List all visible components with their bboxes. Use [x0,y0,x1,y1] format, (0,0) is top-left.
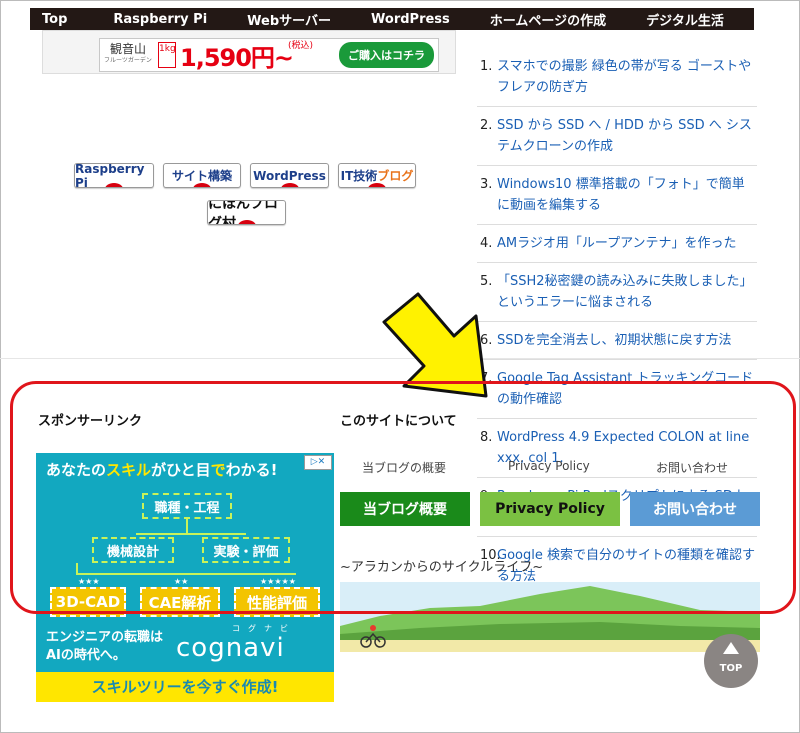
ranking-number: 1. [480,59,493,74]
ranking-number: 8. [480,430,493,445]
nav-item-web-server[interactable]: Webサーバー [235,10,331,29]
ranking-number: 2. [480,118,493,133]
scenery-illustration [340,582,760,652]
ranking-link[interactable]: SSD から SSD へ / HDD から SSD へ システムクローンの作成 [497,118,752,154]
ranking-number: 4. [480,236,493,251]
sponsor-title: スポンサーリンク [38,414,143,429]
ad-choices-icon[interactable]: ▷✕ [304,455,332,470]
ad-headline-pre: あなたの [46,461,107,479]
back-to-top-label: TOP [719,663,743,674]
cycling-scenery-image [340,582,760,652]
link-privacy-policy[interactable]: Privacy Policy [508,459,590,473]
ad-cta-button[interactable]: スキルツリーを今すぐ作成! [36,672,334,702]
ad-buy-button[interactable]: ご購入はコチラ [339,42,434,68]
pointer-arrow-icon [382,292,488,398]
ranking-item[interactable]: 5. 「SSH2秘密鍵の読み込みに失敗しました」というエラーに悩まされる [477,263,757,322]
top-ad-banner[interactable]: 観音山 フルーツガーデン 1kg (税込) 1,590円~ ご購入はコチラ [42,30,456,74]
ranking-link[interactable]: Windows10 標準搭載の「フォト」で簡単に動画を編集する [497,177,745,213]
top-ad-content[interactable]: 観音山 フルーツガーデン 1kg (税込) 1,590円~ ご購入はコチラ [99,38,439,72]
top-navigation: Top Raspberry Pi Webサーバー WordPress ホームペー… [30,8,754,30]
ad-brand-sub: フルーツガーデン [104,57,152,64]
link-blog-overview[interactable]: 当ブログの概要 [362,459,446,476]
ranking-link[interactable]: SSDを完全消去し、初期状態に戻す方法 [497,333,732,348]
skill-leaf-3dcad: 3D-CAD [50,587,126,617]
ad-headline-de: で [210,461,226,479]
badge-site-building[interactable]: サイト構築 [163,163,241,188]
ad-headline-mid: がひと目 [151,461,211,479]
ad-headline: あなたのスキルがひと目でわかる! [46,459,277,480]
badge-it-tech-label: IT技術 [340,169,378,183]
ranking-item[interactable]: 6. SSDを完全消去し、初期状態に戻す方法 [477,322,757,360]
leaf3-stars: ★★★★★ [260,577,296,586]
ranking-number: 3. [480,177,493,192]
badge-site-building-label: サイト構築 [171,169,232,183]
ranking-link[interactable]: AMラジオ用「ループアンテナ」を作った [497,236,737,251]
nav-item-top[interactable]: Top [30,12,67,27]
ranking-link[interactable]: 「SSH2秘密鍵の読み込みに失敗しました」というエラーに悩まされる [497,274,753,310]
cognavi-tagline-2: AIの時代へ。 [46,648,126,663]
cognavi-logo: cognavi [176,633,285,663]
tree-line [136,533,246,535]
contact-button[interactable]: お問い合わせ [630,492,760,526]
badge-nihon-blog-mura-label: にほんブログ村 [208,200,278,225]
badge-raspberry-pi-label: Raspberry Pi [75,163,145,188]
nav-item-digital-life[interactable]: デジタル生活 [634,10,724,29]
privacy-policy-button[interactable]: Privacy Policy [480,492,620,526]
badge-it-tech-blog[interactable]: IT技術 ブログ [338,163,416,188]
skill-node-root: 職種・工程 [142,493,232,519]
leaf1-stars: ★★★ [78,577,100,586]
back-to-top-button[interactable]: TOP [704,634,758,688]
ad-brand-name: 観音山 [109,42,146,56]
skill-leaf-performance: 性能評価 [234,587,320,617]
badge-raspberry-pi[interactable]: Raspberry Pi [74,163,154,188]
cognavi-tagline: エンジニアの転職は AIの時代へ。 [46,629,163,665]
skill-node-right: 実験・評価 [202,537,290,563]
nav-item-homepage[interactable]: ホームページの作成 [478,10,606,29]
leaf2-stars: ★★ [174,577,189,586]
cognavi-ad[interactable]: あなたのスキルがひと目でわかる! ▷✕ 職種・工程 機械設計 実験・評価 ★★★… [36,453,334,702]
ranking-item[interactable]: 3. Windows10 標準搭載の「フォト」で簡単に動画を編集する [477,166,757,225]
badge-wordpress[interactable]: WordPress [250,163,329,188]
link-contact[interactable]: お問い合わせ [656,459,728,476]
ad-brand: 観音山 フルーツガーデン [100,43,156,67]
badge-wordpress-label: WordPress [253,168,326,183]
ad-headline-skill: スキル [106,461,152,479]
ad-tax: (税込) [288,41,314,51]
ranking-link[interactable]: スマホでの撮影 緑色の帯が写る ゴーストやフレアの防ぎ方 [497,59,751,95]
up-arrow-icon [723,642,739,654]
nav-item-raspberry-pi[interactable]: Raspberry Pi [101,12,207,27]
blog-overview-button[interactable]: 当ブログ概要 [340,492,470,526]
ad-unit: 1kg [158,42,176,68]
badge-blog-label: ブログ [377,169,414,183]
cognavi-tagline-1: エンジニアの転職は [46,630,164,645]
ranking-item[interactable]: 1. スマホでの撮影 緑色の帯が写る ゴーストやフレアの防ぎ方 [477,48,757,107]
tree-line [76,573,296,575]
ranking-item[interactable]: 2. SSD から SSD へ / HDD から SSD へ システムクローンの作… [477,107,757,166]
about-site-title: このサイトについて [340,414,457,429]
ad-headline-post: わかる! [225,461,278,479]
skill-leaf-cae: CAE解析 [140,587,220,617]
tree-line [186,519,188,533]
site-tagline: ~アラカンからのサイクルライフ~ [340,560,544,575]
ranking-link[interactable]: Google Tag Assistant トラッキングコードの動作確認 [497,371,753,407]
nav-item-wordpress[interactable]: WordPress [359,12,450,27]
skill-node-left: 機械設計 [92,537,174,563]
ad-price: 1,590円~ [180,43,294,72]
ranking-item[interactable]: 4. AMラジオ用「ループアンテナ」を作った [477,225,757,263]
ranking-item[interactable]: 7. Google Tag Assistant トラッキングコードの動作確認 [477,360,757,419]
badge-nihon-blog-mura[interactable]: にほんブログ村 [207,200,286,225]
